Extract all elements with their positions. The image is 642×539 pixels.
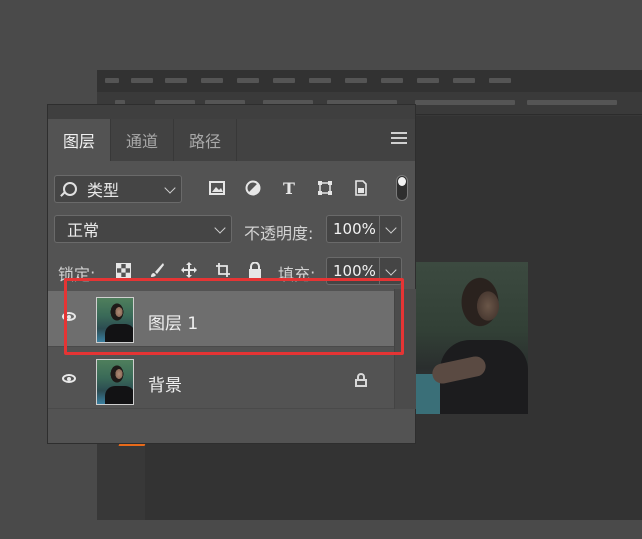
- lock-transparent-pixels-icon[interactable]: [114, 261, 132, 279]
- type-filter-icon[interactable]: T: [280, 179, 298, 198]
- lock-image-pixels-brush-icon[interactable]: [148, 261, 166, 279]
- search-icon: [63, 182, 77, 196]
- highlight-annotation-box: [64, 278, 404, 355]
- lock-artboard-crop-icon[interactable]: [214, 261, 232, 279]
- layers-panel: 图层 通道 路径 类型 T 正常 不透明度: 100% 锁定: 填充: 100%…: [48, 105, 416, 443]
- panel-drag-bar[interactable]: [48, 105, 415, 119]
- lock-position-move-icon[interactable]: [180, 261, 198, 279]
- chevron-down-icon: [164, 182, 176, 194]
- layer-row-background[interactable]: 背景: [48, 353, 394, 409]
- filter-type-label: 类型: [87, 181, 120, 200]
- filter-row: 类型 T: [48, 161, 415, 203]
- panel-tabs: 图层 通道 路径: [48, 119, 415, 161]
- canvas-photo[interactable]: [410, 262, 528, 414]
- menu-bar: [97, 70, 642, 92]
- tab-paths[interactable]: 路径: [174, 119, 237, 161]
- lock-icon[interactable]: [354, 373, 368, 387]
- layer-thumbnail: [96, 359, 134, 405]
- adjustment-filter-icon[interactable]: [244, 179, 262, 197]
- opacity-dropdown[interactable]: [380, 215, 402, 243]
- opacity-label: 不透明度:: [244, 224, 314, 243]
- image-filter-icon[interactable]: [208, 179, 226, 197]
- panel-menu-icon[interactable]: [391, 132, 407, 146]
- opacity-input[interactable]: 100%: [326, 215, 380, 243]
- filter-type-select[interactable]: 类型: [54, 175, 182, 203]
- chevron-down-icon: [214, 222, 226, 234]
- smart-object-filter-icon[interactable]: [352, 179, 370, 197]
- filter-toggle-switch[interactable]: [396, 175, 408, 201]
- shape-filter-icon[interactable]: [316, 179, 334, 197]
- visibility-eye-icon[interactable]: [62, 373, 78, 385]
- tab-channels[interactable]: 通道: [111, 119, 174, 161]
- blend-mode-select[interactable]: 正常: [54, 215, 232, 243]
- blend-row: 正常 不透明度: 100%: [48, 213, 415, 247]
- layer-name[interactable]: 背景: [148, 371, 182, 396]
- chevron-down-icon: [385, 222, 397, 234]
- tab-layers[interactable]: 图层: [48, 119, 111, 161]
- lock-all-icon[interactable]: [246, 261, 264, 279]
- blend-mode-value: 正常: [67, 221, 100, 240]
- chevron-down-icon: [385, 264, 397, 276]
